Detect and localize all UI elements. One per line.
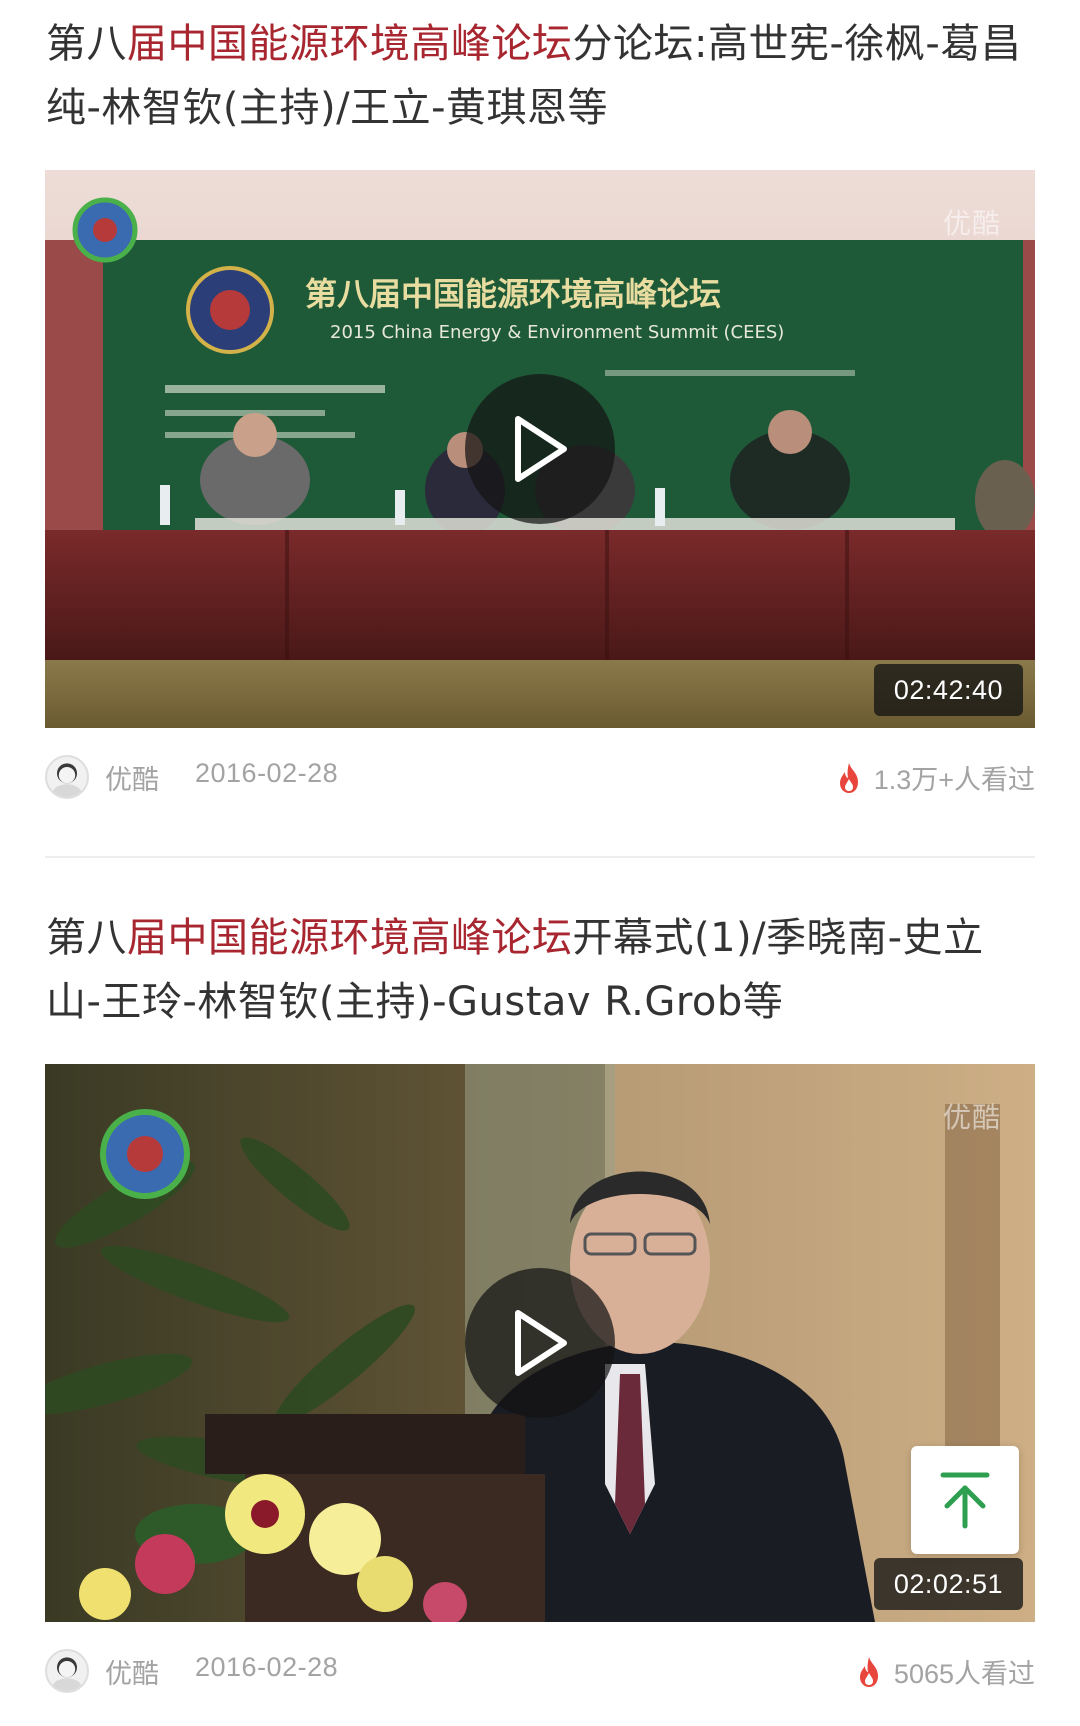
watermark-logo: 优酷 <box>942 207 1001 240</box>
title-prefix: 第八 <box>46 21 127 67</box>
flame-icon <box>839 762 858 793</box>
video-duration: 02:02:51 <box>873 1558 1023 1610</box>
video-thumbnail[interactable]: 优酷 02:02:51 <box>45 1064 1035 1622</box>
play-button[interactable] <box>465 1268 615 1418</box>
play-icon <box>515 1310 567 1376</box>
view-count-label: 1.3万+人看过 <box>873 765 1035 795</box>
card-divider <box>45 856 1035 858</box>
watermark-logo: 优酷 <box>942 1101 1001 1134</box>
source-name[interactable]: 优酷 <box>105 1652 159 1691</box>
video-meta: 优酷 2016-02-28 5065人看过 <box>45 1646 1035 1696</box>
publish-date: 2016-02-28 <box>195 758 339 788</box>
avatar-icon[interactable] <box>45 755 89 799</box>
play-button[interactable] <box>465 374 615 524</box>
play-icon <box>515 416 567 482</box>
view-count-label: 5065人看过 <box>893 1659 1035 1689</box>
banner-subtitle: 2015 China Energy & Environment Summit (… <box>330 322 784 343</box>
back-to-top-button[interactable] <box>911 1446 1019 1554</box>
source-name[interactable]: 优酷 <box>105 758 159 797</box>
video-thumbnail[interactable]: 第八届中国能源环境高峰论坛 2015 China Energy & Enviro… <box>45 170 1035 728</box>
avatar-icon[interactable] <box>45 1649 89 1693</box>
banner-title: 第八届中国能源环境高峰论坛 <box>305 275 721 313</box>
video-title[interactable]: 第八届中国能源环境高峰论坛分论坛:高世宪-徐枫-葛昌纯-林智钦(主持)/王立-黄… <box>46 12 1036 140</box>
video-meta: 优酷 2016-02-28 1.3万+人看过 <box>45 752 1035 802</box>
video-duration: 02:42:40 <box>873 664 1023 716</box>
title-keyword-highlight: 届中国能源环境高峰论坛 <box>127 21 573 67</box>
title-prefix: 第八 <box>46 915 127 961</box>
title-keyword-highlight: 届中国能源环境高峰论坛 <box>127 915 573 961</box>
publish-date: 2016-02-28 <box>195 1652 339 1682</box>
view-count: 5065人看过 <box>856 1652 1035 1691</box>
view-count: 1.3万+人看过 <box>836 758 1035 797</box>
flame-icon <box>859 1656 878 1687</box>
arrow-up-to-top-icon <box>940 1472 990 1529</box>
video-title[interactable]: 第八届中国能源环境高峰论坛开幕式(1)/季晓南-史立山-王玲-林智钦(主持)-G… <box>46 906 1036 1034</box>
